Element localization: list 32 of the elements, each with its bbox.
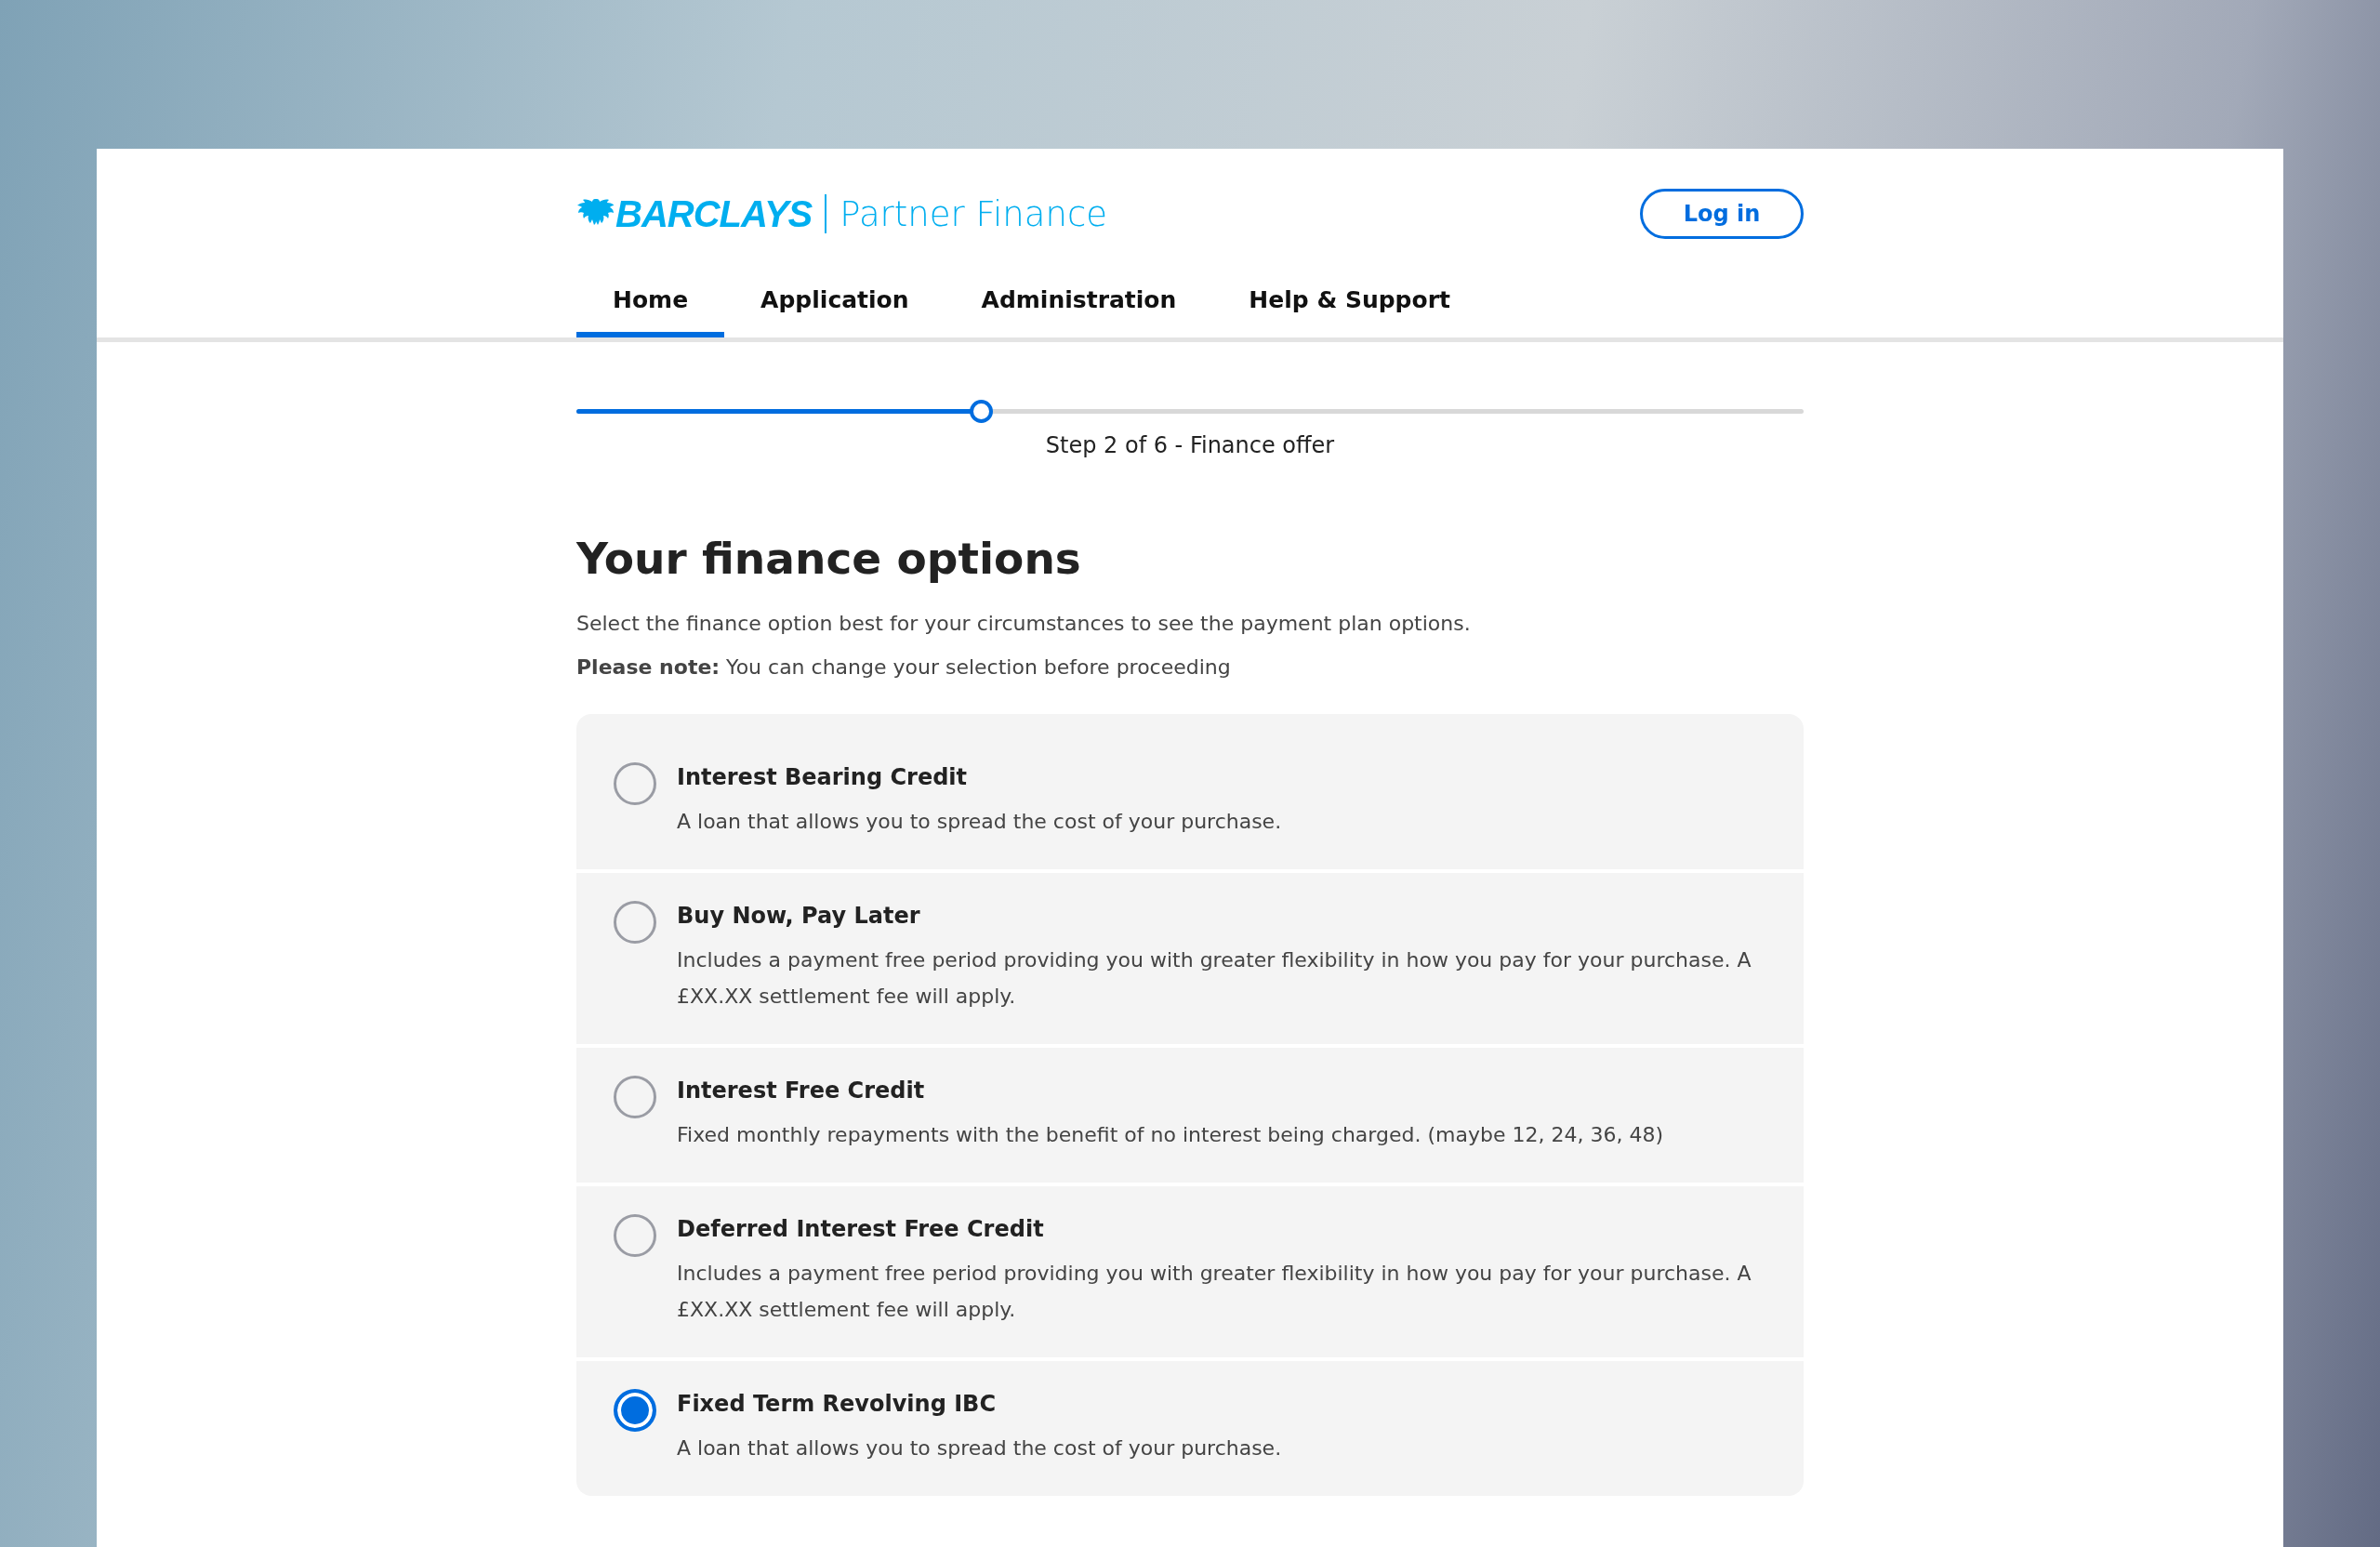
finance-option[interactable]: Deferred Interest Free Credit Includes a payment free period providing you with greater flexibility in how you pay for your purchase. A £XX.XX settlement fee will apply. — [576, 1186, 1804, 1357]
option-description: Includes a payment free period providing you with greater flexibility in how you pay for your purchase. A £XX.XX settlement fee will apply. — [677, 947, 1752, 1010]
nav-tab[interactable]: Application — [724, 277, 945, 337]
option-description: Includes a payment free period providing you with greater flexibility in how you pay for your purchase. A £XX.XX settlement fee will apply. — [677, 1261, 1752, 1323]
option-title: Deferred Interest Free Credit — [677, 1216, 1045, 1242]
option-description: A loan that allows you to spread the cost of your purchase. — [677, 1435, 1282, 1461]
radio-button[interactable] — [614, 1389, 656, 1432]
step-label: Step 2 of 6 - Finance offer — [1045, 432, 1335, 458]
option-title: Fixed Term Revolving IBC — [677, 1391, 998, 1417]
option-description: A loan that allows you to spread the cost of your purchase. — [677, 809, 1282, 835]
option-title: Interest Bearing Credit — [677, 764, 969, 790]
brand-name: BARCLAYS — [615, 192, 813, 235]
note-text: Please note: You can change your selection before proceeding — [576, 655, 1232, 679]
option-title: Interest Free Credit — [677, 1078, 926, 1104]
intro-text: Select the finance option best for your circumstances to see the payment plan options. — [576, 612, 1472, 635]
finance-option[interactable]: Fixed Term Revolving IBC A loan that allows you to spread the cost of your purchase. — [576, 1361, 1804, 1496]
radio-button[interactable] — [614, 1076, 656, 1118]
nav-tab[interactable]: Home — [576, 277, 725, 337]
finance-option[interactable]: Interest Bearing Credit A loan that allows you to spread the cost of your purchase. — [576, 714, 1804, 869]
nav-tab[interactable]: Help & Support — [1212, 277, 1487, 337]
finance-option[interactable]: Interest Free Credit Fixed monthly repayments with the benefit of no interest being charged. (maybe 12, 24, 36, 48) — [576, 1048, 1804, 1183]
radio-button[interactable] — [614, 901, 656, 944]
page-heading: Your finance options — [576, 533, 1082, 584]
radio-button[interactable] — [614, 1214, 656, 1257]
finance-option[interactable]: Buy Now, Pay Later Includes a payment free period providing you with greater flexibility in how you pay for your purchase. A £XX.XX settlement fee will apply. — [576, 873, 1804, 1044]
progress-marker — [969, 400, 993, 423]
option-title: Buy Now, Pay Later — [677, 903, 921, 929]
nav-tab[interactable]: Administration — [945, 277, 1213, 337]
product-name: Partner Finance — [840, 193, 1108, 234]
radio-button[interactable] — [614, 762, 656, 805]
option-description: Fixed monthly repayments with the benefit of no interest being charged. (maybe 12, 24, 36, 48) — [677, 1122, 1663, 1148]
login-button[interactable]: Log in — [1640, 189, 1804, 239]
